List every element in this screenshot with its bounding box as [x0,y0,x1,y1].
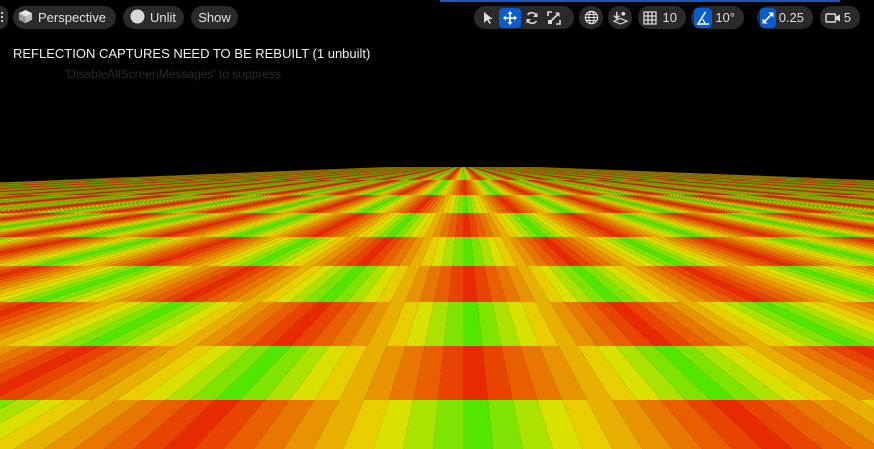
scale-snap-toggle[interactable] [760,7,776,28]
show-button[interactable]: Show [191,6,238,29]
lighting-mode-button[interactable]: Unlit [123,6,184,29]
show-label: Show [198,10,231,25]
move-icon [503,10,517,25]
cube-icon [18,9,33,27]
scale-snap-value[interactable]: 0.25 [776,10,810,25]
rebuild-warning-message: REFLECTION CAPTURES NEED TO BE REBUILT (… [13,46,371,61]
scale-tool-button[interactable] [543,8,565,28]
lighting-mode-label: Unlit [150,10,177,25]
world-space-button[interactable] [580,8,602,28]
select-tool-button[interactable] [477,8,499,28]
camera-speed-button[interactable] [823,8,843,28]
rotation-snap-group: 10° [691,6,744,29]
grid-snap-toggle[interactable] [641,8,660,28]
select-arrow-icon [484,11,493,24]
menu-icon [1,10,5,25]
camera-speed-group: 5 [820,6,860,29]
surface-snap-button[interactable] [609,8,631,28]
globe-icon [584,10,598,25]
viewport-menu-button[interactable] [0,6,8,29]
rotate-tool-button[interactable] [521,8,543,28]
rotation-snap-toggle[interactable] [694,7,713,28]
grid-snap-group: 10 [638,6,686,29]
transform-tools-group [474,6,574,29]
camera-speed-value[interactable]: 5 [843,10,857,25]
rotate-icon [526,11,538,24]
suppress-hint-message: 'DisableAllScreenMessages' to suppress [65,67,282,81]
surface-snap-icon [612,11,628,25]
viewport-toolbar: Perspective Unlit Show 10 10° 0.25 5 [0,0,874,36]
view-mode-button[interactable]: Perspective [13,6,116,29]
move-tool-button[interactable] [499,7,521,28]
scale-icon [547,10,561,25]
surface-snap-group [608,6,632,29]
rotation-snap-value[interactable]: 10° [712,10,741,25]
circle-icon [130,9,145,27]
camera-icon [825,12,840,23]
floor-tile-strip [463,400,493,449]
scale-snap-group: 0.25 [757,6,813,29]
coordinate-space-group [579,6,603,29]
scale-snap-icon [762,12,774,23]
floor-tile-strip [433,400,463,449]
grid-icon [643,10,657,25]
view-mode-label: Perspective [38,10,106,25]
grid-snap-value[interactable]: 10 [660,10,683,25]
toolbar-accent-line [440,0,840,2]
angle-icon [696,11,710,25]
level-viewport[interactable]: Perspective Unlit Show 10 10° 0.25 5 REF… [0,0,874,449]
